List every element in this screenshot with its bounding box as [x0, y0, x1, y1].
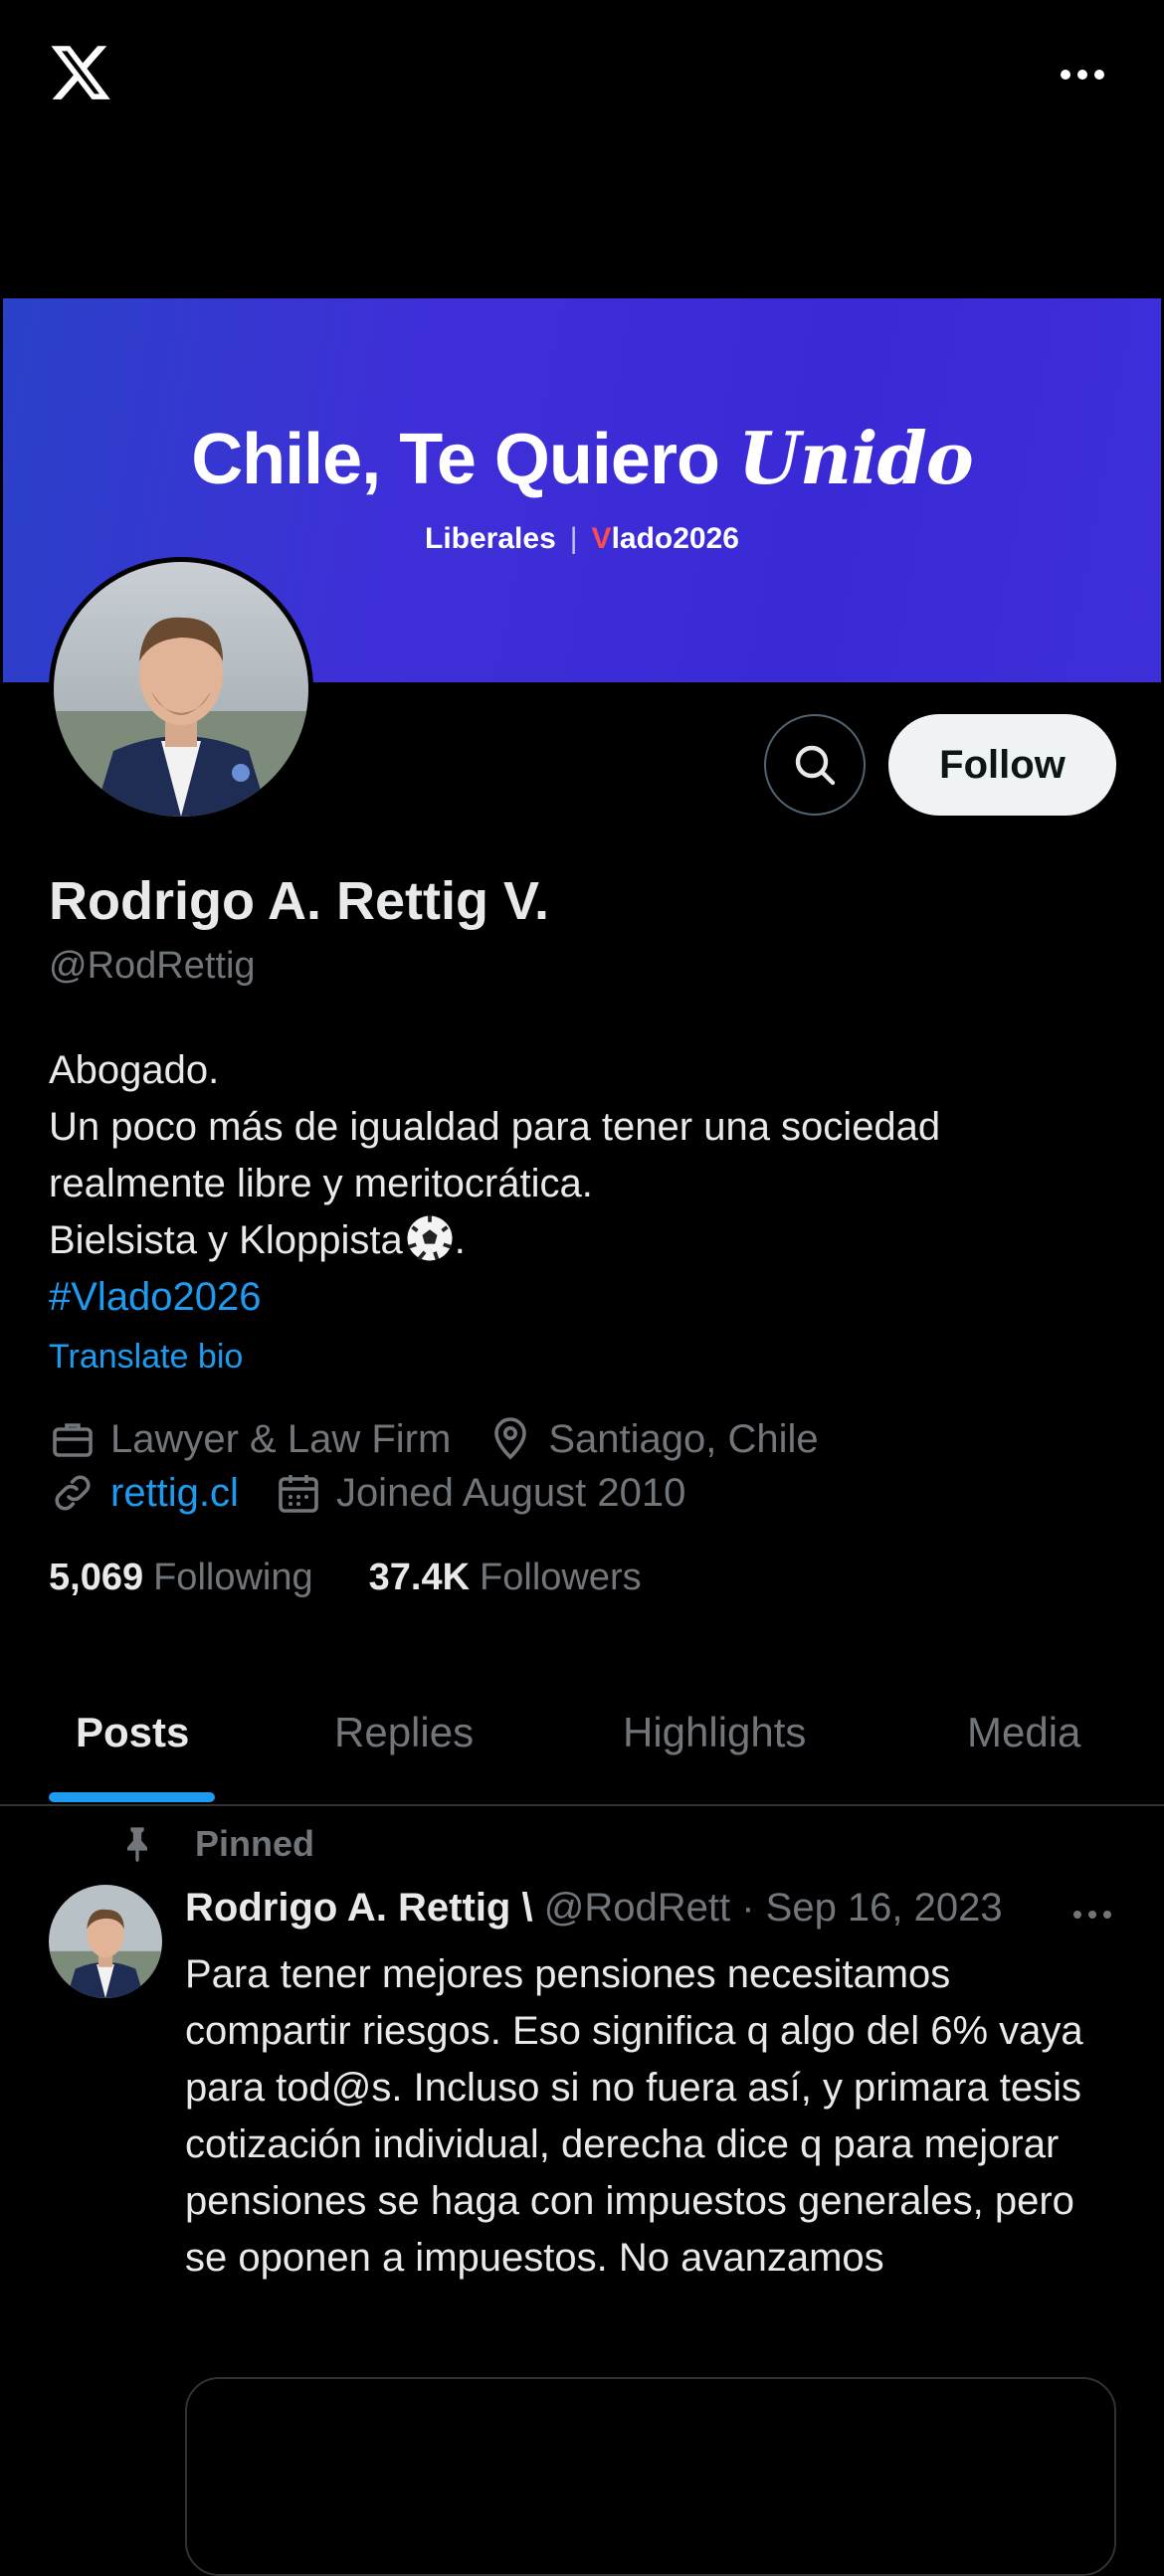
profile-website[interactable]: rettig.cl [49, 1469, 239, 1517]
x-logo-icon[interactable] [48, 40, 113, 105]
banner-title: Chile, Te Quiero Unido [191, 416, 974, 500]
search-profile-button[interactable] [764, 714, 866, 816]
briefcase-icon [53, 1423, 93, 1457]
profile-meta-row-2: rettig.cl Joined August 2010 [49, 1469, 721, 1517]
banner-subtitle: Liberales | Vlado2026 [425, 522, 739, 555]
post-separator: · [741, 1886, 755, 1930]
tab-replies[interactable]: Replies [334, 1709, 474, 1756]
tab-highlights[interactable]: Highlights [623, 1709, 806, 1756]
bio-line: Abogado. [49, 1048, 220, 1092]
profile-tabs: Posts Replies Highlights Media [0, 1681, 1164, 1806]
post-text: Para tener mejores pensiones necesitamos… [185, 1952, 1083, 2280]
post-more-options-icon[interactable] [1065, 1895, 1120, 1934]
following-link[interactable]: 5,069 Following [49, 1557, 369, 1599]
pinned-indicator: Pinned [117, 1823, 314, 1865]
post-author-name[interactable]: Rodrigo A. Rettig \ [185, 1886, 533, 1930]
profile-avatar[interactable] [49, 557, 313, 822]
profile-bio: Abogado. Un poco más de igualdad para te… [49, 1042, 1123, 1326]
active-tab-indicator [49, 1792, 215, 1802]
more-options-icon[interactable] [1053, 45, 1112, 104]
pin-icon [127, 1827, 147, 1863]
location-pin-icon [494, 1417, 527, 1460]
profile-handle: @RodRettig [49, 945, 256, 987]
calendar-icon [279, 1475, 318, 1513]
follow-counts: 5,069 Following 37.4K Followers [49, 1557, 697, 1599]
top-bar [0, 0, 1164, 144]
link-icon [55, 1475, 91, 1511]
post-header: Rodrigo A. Rettig \ @RodRett · Sep 16, 2… [185, 1886, 1090, 1931]
tab-media[interactable]: Media [967, 1709, 1080, 1756]
followers-link[interactable]: 37.4K Followers [369, 1557, 697, 1599]
profile-location: Santiago, Chile [486, 1415, 819, 1463]
follow-button[interactable]: Follow [888, 714, 1116, 816]
post-media-card[interactable] [185, 2377, 1116, 2576]
post-date[interactable]: Sep 16, 2023 [766, 1886, 1003, 1930]
profile-meta-row-1: Lawyer & Law Firm Santiago, Chile [49, 1415, 855, 1463]
post-author-handle[interactable]: @RodRett [544, 1886, 730, 1930]
bio-line: Un poco más de igualdad para tener una s… [49, 1105, 941, 1205]
profile-name: Rodrigo A. Rettig V. [49, 871, 550, 931]
profile-joined: Joined August 2010 [275, 1469, 685, 1517]
tab-posts[interactable]: Posts [76, 1709, 189, 1756]
translate-bio-link[interactable]: Translate bio [49, 1338, 243, 1377]
search-icon [795, 745, 836, 786]
profile-category: Lawyer & Law Firm [49, 1415, 451, 1463]
bio-hashtag-link[interactable]: #Vlado2026 [49, 1269, 1123, 1326]
soccer-ball-icon [407, 1215, 453, 1261]
post-author-avatar[interactable] [49, 1885, 162, 1998]
bio-line: Bielsista y Kloppista . [49, 1212, 1123, 1269]
